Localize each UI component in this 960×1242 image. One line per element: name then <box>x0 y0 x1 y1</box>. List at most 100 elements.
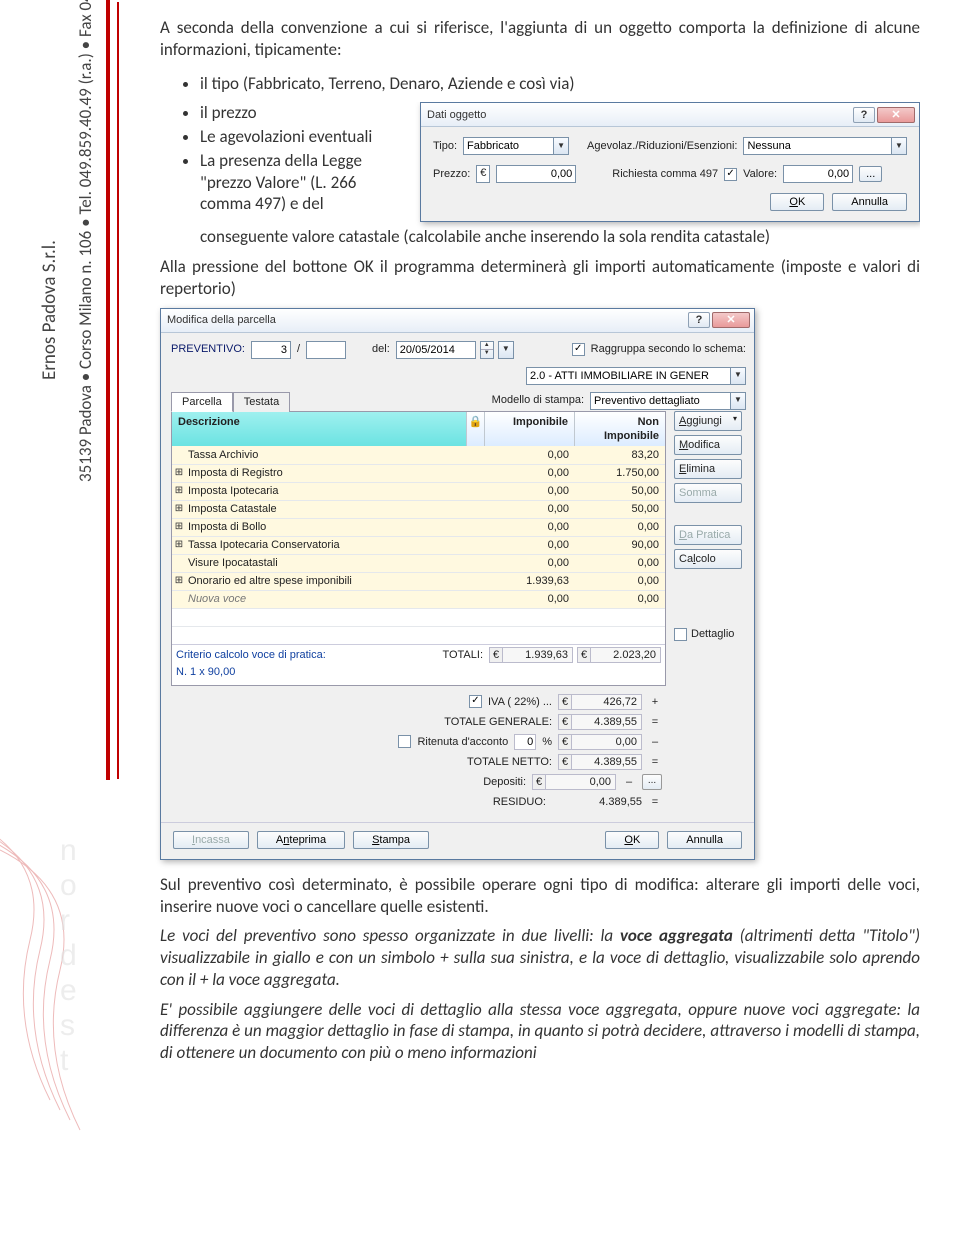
tipo-input[interactable] <box>463 137 553 155</box>
expand-icon[interactable]: ⊞ <box>172 503 186 516</box>
residuo-value: 4.389,55 <box>572 795 642 809</box>
elimina-button[interactable]: EliminaElimina <box>674 459 742 479</box>
close-button[interactable]: ✕ <box>712 312 750 328</box>
residuo-label: RESIDUO: <box>493 795 546 809</box>
table-row[interactable]: ⊞Imposta Catastale0,0050,00 <box>172 500 665 518</box>
expand-icon[interactable]: ⊞ <box>172 575 186 588</box>
svg-text:t: t <box>60 1044 69 1077</box>
chevron-down-icon[interactable]: ▼ <box>730 392 746 410</box>
modello-input[interactable] <box>590 392 730 410</box>
dati-oggetto-dialog-wrap: Dati oggetto ? ✕ Tipo: ▼ Agevolaz./Riduz… <box>420 102 920 222</box>
col-imponibile[interactable]: Imponibile <box>485 412 575 446</box>
cell-descrizione: Tassa Ipotecaria Conservatoria <box>186 538 467 552</box>
cell-imponibile: 0,00 <box>485 484 575 498</box>
titlebar[interactable]: Dati oggetto ? ✕ <box>421 103 919 127</box>
del-label: del: <box>372 342 390 356</box>
iva-checkbox[interactable]: ✓ <box>469 695 482 708</box>
bullet-item: La presenza della Legge "prezzo Valore" … <box>200 150 440 215</box>
richiesta-checkbox[interactable]: ✓ <box>724 168 737 181</box>
dettaglio-label: Dettaglio <box>691 627 734 641</box>
calcolo-button[interactable]: CalcoloCalcolo <box>674 549 742 569</box>
del-date-input[interactable] <box>396 341 476 359</box>
cell-descrizione: Visure Ipocatastali <box>186 556 467 570</box>
somma-button[interactable]: Somma <box>674 483 742 503</box>
preventivo-num-input[interactable] <box>251 341 291 359</box>
preventivo-year-input[interactable] <box>306 341 346 359</box>
table-row <box>172 626 665 644</box>
tab-testata[interactable]: Testata <box>233 392 290 412</box>
schema-input[interactable] <box>526 367 730 385</box>
ritenuta-pct-input[interactable] <box>514 734 536 750</box>
chevron-down-icon[interactable]: ▼ <box>553 137 569 155</box>
cell-non-imponibile: 0,00 <box>575 574 665 588</box>
close-button[interactable]: ✕ <box>877 107 915 123</box>
bold-phrase: voce aggregata <box>620 925 733 946</box>
schema-combo[interactable]: ▼ <box>526 367 746 385</box>
expand-icon[interactable]: ⊞ <box>172 485 186 498</box>
table-row[interactable]: ⊞Onorario ed altre spese imponibili1.939… <box>172 572 665 590</box>
iva-label: IVA ( 22%) ... <box>488 695 552 709</box>
stampa-button[interactable]: StampaStampa <box>353 831 429 849</box>
table-row[interactable]: ⊞Tassa Ipotecaria Conservatoria0,0090,00 <box>172 536 665 554</box>
paragraph-alla-pressione: Alla pressione del bottone OK il program… <box>160 256 920 300</box>
valore-label: Valore: <box>743 167 777 181</box>
chevron-down-icon[interactable]: ▼ <box>730 367 746 385</box>
tab-parcella[interactable]: Parcella <box>171 392 233 412</box>
ok-button[interactable]: OOKK <box>770 193 824 211</box>
raggruppa-checkbox[interactable]: ✓ <box>572 343 585 356</box>
ok-button[interactable]: OKOK <box>605 831 659 849</box>
cell-descrizione: Imposta di Bollo <box>186 520 467 534</box>
cell-descrizione: Imposta Catastale <box>186 502 467 516</box>
prezzo-input[interactable] <box>496 165 576 183</box>
col-descrizione[interactable]: Descrizione <box>172 412 467 446</box>
chevron-down-icon[interactable]: ▼ <box>891 137 907 155</box>
chevron-down-icon[interactable]: ▼ <box>498 341 514 359</box>
col-non-imponibile[interactable]: Non Imponibile <box>575 412 665 446</box>
depositi-dots-button[interactable]: ... <box>642 774 662 790</box>
table-row[interactable]: ⊞Imposta Ipotecaria0,0050,00 <box>172 482 665 500</box>
prezzo-currency: € <box>476 165 490 183</box>
side-buttons: AAggiungiggiungi▾ ModificaModifica Elimi… <box>674 411 746 814</box>
date-spinner[interactable]: ▲▼ <box>480 341 494 359</box>
eq-sign: = <box>648 715 662 729</box>
agevol-combo[interactable]: ▼ <box>743 137 907 155</box>
totali-non-imponibile: 2.023,20 <box>591 647 661 663</box>
cell-non-imponibile: 0,00 <box>575 592 665 606</box>
help-button[interactable]: ? <box>688 312 710 328</box>
agevol-input[interactable] <box>743 137 891 155</box>
ritenuta-checkbox[interactable] <box>398 735 411 748</box>
aggiungi-button[interactable]: AAggiungiggiungi▾ <box>674 411 742 431</box>
svg-text:s: s <box>60 1009 75 1042</box>
table-row[interactable]: ⊞Imposta di Registro0,001.750,00 <box>172 464 665 482</box>
incassa-button[interactable]: IncassaIncassa <box>173 831 249 849</box>
modifica-button[interactable]: ModificaModifica <box>674 435 742 455</box>
help-button[interactable]: ? <box>853 107 875 123</box>
footer-address: 35139 Padova • Corso Milano n. 106 • Tel… <box>75 0 96 482</box>
modello-label: Modello di stampa: <box>492 393 584 407</box>
cell-descrizione: Imposta Ipotecaria <box>186 484 467 498</box>
annulla-button[interactable]: Annulla <box>667 831 742 849</box>
titlebar[interactable]: Modifica della parcella ? ✕ <box>161 309 754 333</box>
svg-text:o: o <box>60 869 77 902</box>
expand-icon[interactable]: ⊞ <box>172 539 186 552</box>
intro-paragraph: A seconda della convenzione a cui si rif… <box>160 17 920 61</box>
anteprima-button[interactable]: AnteprimaAnteprima <box>257 831 345 849</box>
valore-dots-button[interactable]: ... <box>859 166 882 182</box>
table-row[interactable]: Tassa Archivio0,0083,20 <box>172 446 665 464</box>
table-row[interactable]: Visure Ipocatastali0,000,00 <box>172 554 665 572</box>
expand-icon[interactable]: ⊞ <box>172 521 186 534</box>
modello-combo[interactable]: ▼ <box>590 392 746 410</box>
annulla-button[interactable]: Annulla <box>832 193 907 211</box>
criterio-n: N. 1 x 90,00 <box>172 665 665 685</box>
table-row[interactable]: Nuova voce0,000,00 <box>172 590 665 608</box>
document-page: Ernos Padova S.r.l. 35139 Padova • Corso… <box>0 0 960 1242</box>
tipo-combo[interactable]: ▼ <box>463 137 569 155</box>
dettaglio-checkbox[interactable] <box>674 628 687 641</box>
table-row[interactable]: ⊞Imposta di Bollo0,000,00 <box>172 518 665 536</box>
cell-imponibile: 0,00 <box>485 502 575 516</box>
valore-input[interactable] <box>783 165 853 183</box>
cell-imponibile: 0,00 <box>485 448 575 462</box>
iva-value: 426,72 <box>572 694 642 710</box>
da-pratica-button[interactable]: Da PraticaDa Pratica <box>674 525 742 545</box>
expand-icon[interactable]: ⊞ <box>172 467 186 480</box>
